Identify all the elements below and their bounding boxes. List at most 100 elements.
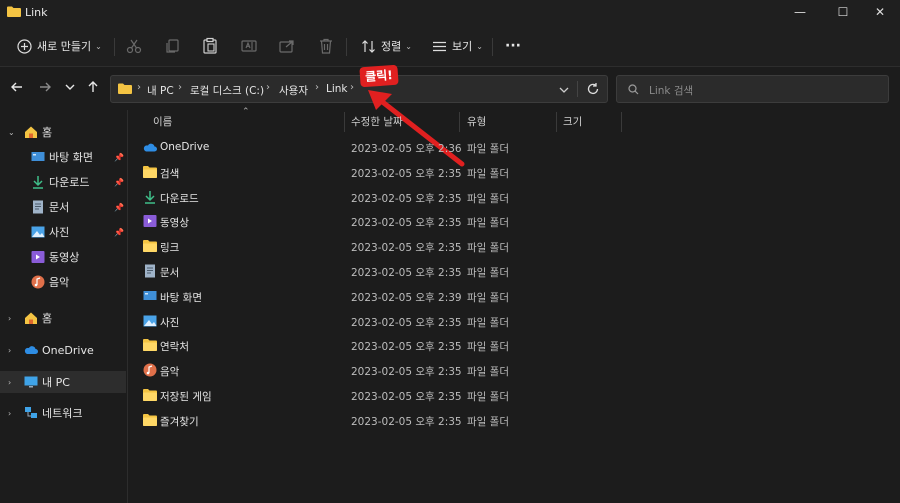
copy-icon[interactable]: [163, 37, 181, 55]
sidebar-item-documents[interactable]: 문서 📌: [0, 196, 126, 218]
file-name: 검색: [160, 167, 180, 180]
file-date: 2023-02-05 오후 2:35: [351, 242, 462, 255]
arrow-left-icon: [11, 82, 22, 92]
divider: [577, 81, 578, 97]
chevron-down-icon[interactable]: [559, 85, 569, 95]
column-header-size[interactable]: 크기: [563, 110, 582, 134]
maximize-button[interactable]: ☐: [823, 0, 863, 26]
column-header-type[interactable]: 유형: [467, 110, 486, 134]
file-row[interactable]: 저장된 게임 2023-02-05 오후 2:35 파일 폴더: [130, 383, 900, 408]
picture-icon: [143, 315, 157, 327]
sort-ascending-icon: ⌃: [242, 107, 250, 117]
new-button[interactable]: 새로 만들기 ⌄: [16, 36, 102, 56]
paste-icon[interactable]: [201, 37, 219, 55]
sidebar-item-network[interactable]: › 네트워크: [0, 402, 126, 424]
column-divider[interactable]: [556, 112, 557, 132]
column-divider[interactable]: [459, 112, 460, 132]
rename-icon[interactable]: [240, 37, 258, 55]
breadcrumb-users[interactable]: 사용자: [279, 83, 308, 98]
pin-icon[interactable]: 📌: [114, 228, 124, 237]
sidebar-item-music[interactable]: 음악: [0, 271, 126, 293]
column-divider[interactable]: [621, 112, 622, 132]
breadcrumb-separator: ›: [315, 82, 319, 93]
divider: [492, 38, 493, 56]
sidebar-item-home-2[interactable]: › 홈: [0, 307, 126, 329]
file-row[interactable]: OneDrive 2023-02-05 오후 2:36 파일 폴더: [130, 135, 900, 160]
breadcrumb-local-disk[interactable]: 로컬 디스크 (C:): [190, 83, 264, 98]
file-row[interactable]: 즐겨찾기 2023-02-05 오후 2:35 파일 폴더: [130, 408, 900, 433]
chevron-right-icon[interactable]: ›: [8, 409, 11, 418]
more-options-button[interactable]: ···: [505, 36, 521, 56]
address-bar[interactable]: › 내 PC › 로컬 디스크 (C:) › 사용자 › Link ›: [110, 75, 608, 103]
file-row[interactable]: 동영상 2023-02-05 오후 2:35 파일 폴더: [130, 209, 900, 234]
sidebar-item-pictures[interactable]: 사진 📌: [0, 221, 126, 243]
trash-icon[interactable]: [317, 37, 335, 55]
sidebar-item-label: 문서: [49, 201, 70, 214]
breadcrumb-separator: ›: [266, 82, 270, 93]
sidebar-item-label: 네트워크: [42, 407, 83, 420]
minimize-button[interactable]: —: [780, 0, 820, 26]
folder-icon: [7, 6, 21, 17]
file-row[interactable]: 사진 2023-02-05 오후 2:35 파일 폴더: [130, 309, 900, 334]
file-name: 링크: [160, 242, 180, 255]
new-label: 새로 만들기: [37, 40, 92, 53]
chevron-right-icon[interactable]: ›: [8, 314, 11, 323]
file-row[interactable]: 검색 2023-02-05 오후 2:35 파일 폴더: [130, 160, 900, 185]
sidebar-item-home[interactable]: ⌄ 홈: [0, 121, 126, 143]
sidebar-item-label: 내 PC: [42, 376, 70, 389]
file-row[interactable]: 연락처 2023-02-05 오후 2:35 파일 폴더: [130, 333, 900, 358]
sidebar-item-my-pc[interactable]: › 내 PC: [0, 371, 126, 393]
chevron-right-icon[interactable]: ›: [8, 378, 11, 387]
file-row[interactable]: 문서 2023-02-05 오후 2:35 파일 폴더: [130, 259, 900, 284]
download-icon: [33, 176, 43, 189]
file-name: OneDrive: [160, 141, 210, 153]
breadcrumb-link[interactable]: Link: [326, 83, 348, 95]
file-date: 2023-02-05 오후 2:39: [351, 291, 462, 304]
breadcrumb-separator: ›: [350, 82, 354, 93]
folder-icon: [143, 389, 157, 401]
file-date: 2023-02-05 오후 2:36: [351, 143, 462, 155]
sidebar-item-onedrive[interactable]: › OneDrive: [0, 339, 126, 361]
breadcrumb-my-pc[interactable]: 내 PC: [147, 83, 174, 98]
column-header-date[interactable]: 수정한 날짜: [351, 110, 403, 134]
pin-icon[interactable]: 📌: [114, 153, 124, 162]
refresh-icon[interactable]: [586, 82, 600, 96]
recent-locations-button[interactable]: [60, 80, 80, 98]
up-button[interactable]: [83, 80, 103, 98]
chevron-down-icon: ⌄: [405, 41, 412, 51]
divider: [114, 38, 115, 56]
view-button[interactable]: 보기 ⌄: [431, 36, 483, 56]
pin-icon[interactable]: 📌: [114, 203, 124, 212]
file-type: 파일 폴더: [467, 192, 509, 205]
cut-icon[interactable]: [125, 37, 143, 55]
forward-button[interactable]: [35, 80, 55, 98]
command-bar: 새로 만들기 ⌄ 정렬 ⌄ 보기 ⌄ ···: [0, 26, 900, 67]
list-view-icon: [431, 38, 447, 54]
file-row[interactable]: 링크 2023-02-05 오후 2:35 파일 폴더: [130, 234, 900, 259]
search-box[interactable]: Link 검색: [616, 75, 889, 103]
pin-icon[interactable]: 📌: [114, 178, 124, 187]
chevron-right-icon[interactable]: ›: [8, 346, 11, 355]
file-row[interactable]: 음악 2023-02-05 오후 2:35 파일 폴더: [130, 358, 900, 383]
file-type: 파일 폴더: [467, 242, 509, 255]
sidebar-item-downloads[interactable]: 다운로드 📌: [0, 171, 126, 193]
video-icon: [31, 251, 45, 263]
sort-button[interactable]: 정렬 ⌄: [360, 36, 412, 56]
sidebar-item-videos[interactable]: 동영상: [0, 246, 126, 268]
document-icon: [33, 200, 43, 214]
desktop-icon: [143, 290, 157, 300]
sidebar-item-label: 홈: [42, 312, 53, 325]
file-name: 사진: [160, 316, 180, 329]
file-row[interactable]: 바탕 화면 2023-02-05 오후 2:39 파일 폴더: [130, 284, 900, 309]
column-header-name[interactable]: 이름: [153, 110, 172, 134]
sidebar-item-label: 사진: [49, 226, 70, 239]
file-date: 2023-02-05 오후 2:35: [351, 366, 462, 379]
file-row[interactable]: 다운로드 2023-02-05 오후 2:35 파일 폴더: [130, 185, 900, 210]
file-type: 파일 폴더: [467, 217, 509, 230]
sidebar-item-desktop[interactable]: 바탕 화면 📌: [0, 146, 126, 168]
share-icon[interactable]: [278, 37, 296, 55]
close-button[interactable]: ✕: [860, 0, 900, 26]
chevron-down-icon[interactable]: ⌄: [8, 128, 15, 137]
back-button[interactable]: [7, 80, 27, 98]
column-divider[interactable]: [344, 112, 345, 132]
